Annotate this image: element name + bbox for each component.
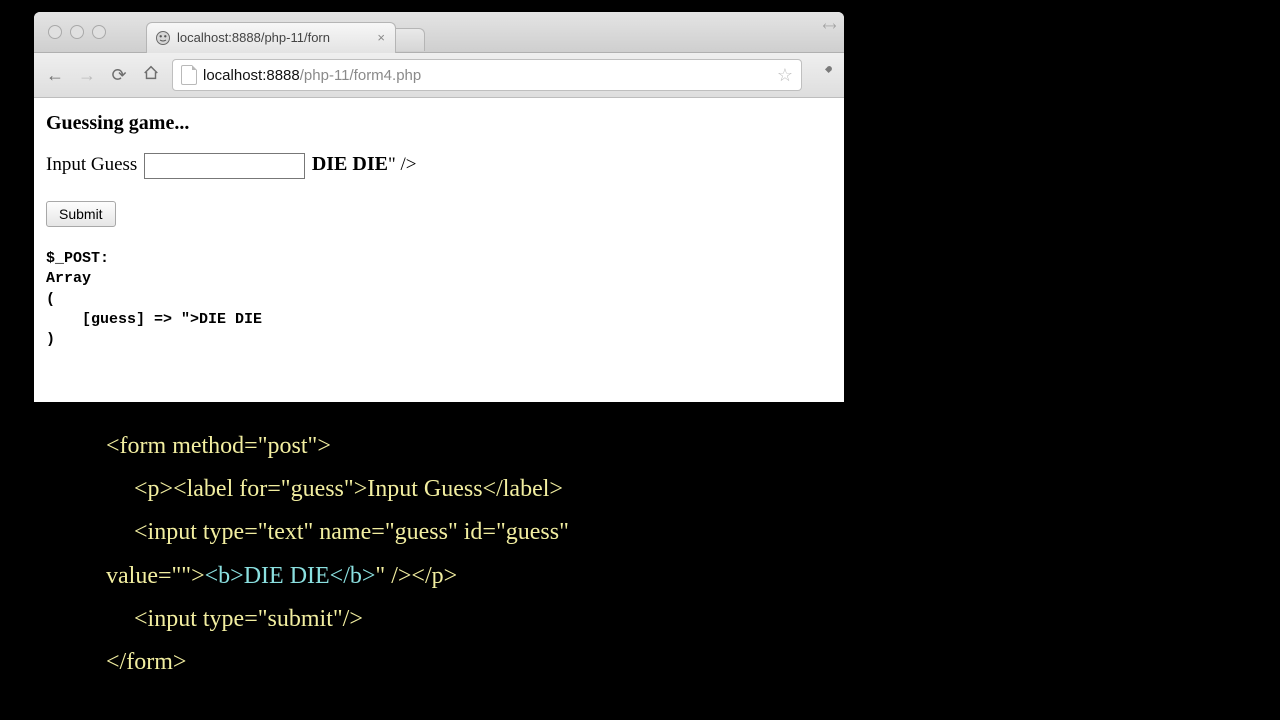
page-icon	[181, 65, 197, 85]
reload-button[interactable]: ⟳	[108, 65, 130, 86]
code-line-1: <form method="post">	[106, 425, 569, 468]
zoom-window-icon[interactable]	[92, 25, 106, 39]
favicon-icon	[155, 30, 171, 46]
back-button[interactable]: ←	[44, 65, 66, 86]
tab-title: localhost:8888/php-11/forn	[177, 30, 369, 45]
url-text: localhost:8888/php-11/form4.php	[203, 67, 771, 84]
new-tab-button[interactable]	[395, 28, 425, 51]
toolbar: ← → ⟳ localhost:8888/php-11/form4.php ☆	[34, 53, 844, 98]
url-path: /php-11/form4.php	[300, 67, 421, 84]
code-line-4a: value="">	[106, 563, 205, 589]
code-line-3: <input type="text" name="guess" id="gues…	[106, 511, 569, 554]
bookmark-star-icon[interactable]: ☆	[777, 65, 793, 86]
post-dump: $_POST: Array ( [guess] => ">DIE DIE )	[46, 249, 832, 350]
code-line-2: <p><label for="guess">Input Guess</label…	[106, 468, 563, 511]
forward-button[interactable]: →	[76, 65, 98, 86]
home-button[interactable]	[140, 64, 162, 87]
submit-button[interactable]: Submit	[46, 201, 116, 227]
code-line-4: value=""><b>DIE DIE</b>" /></p>	[106, 555, 569, 598]
code-line-5: <input type="submit"/>	[106, 598, 363, 641]
leaked-html-bold: DIE DIE	[312, 153, 388, 175]
leaked-html-tail: " />	[388, 154, 417, 175]
code-snippet: <form method="post"> <p><label for="gues…	[106, 425, 569, 684]
page-content: Guessing game... Input Guess DIE DIE" />…	[34, 98, 844, 402]
window-controls[interactable]	[34, 25, 106, 39]
code-line-4c: " /></p>	[375, 563, 457, 589]
url-host: localhost	[203, 67, 262, 84]
code-line-4b: <b>DIE DIE</b>	[205, 563, 376, 589]
browser-window: localhost:8888/php-11/forn × ⤢ ← → ⟳ loc…	[34, 12, 844, 402]
code-line-6: </form>	[106, 641, 569, 684]
settings-wrench-icon[interactable]	[816, 64, 834, 87]
guess-label: Input Guess	[46, 154, 137, 175]
url-port: :8888	[262, 67, 300, 84]
expand-icon[interactable]: ⤢	[819, 17, 838, 36]
page-heading: Guessing game...	[46, 112, 832, 135]
minimize-window-icon[interactable]	[70, 25, 84, 39]
titlebar: localhost:8888/php-11/forn × ⤢	[34, 12, 844, 53]
guess-form-line: Input Guess DIE DIE" />	[46, 153, 832, 179]
close-window-icon[interactable]	[48, 25, 62, 39]
tab-close-icon[interactable]: ×	[375, 30, 387, 45]
address-bar[interactable]: localhost:8888/php-11/form4.php ☆	[172, 59, 802, 91]
browser-tab[interactable]: localhost:8888/php-11/forn ×	[146, 22, 396, 53]
guess-input[interactable]	[144, 153, 305, 179]
